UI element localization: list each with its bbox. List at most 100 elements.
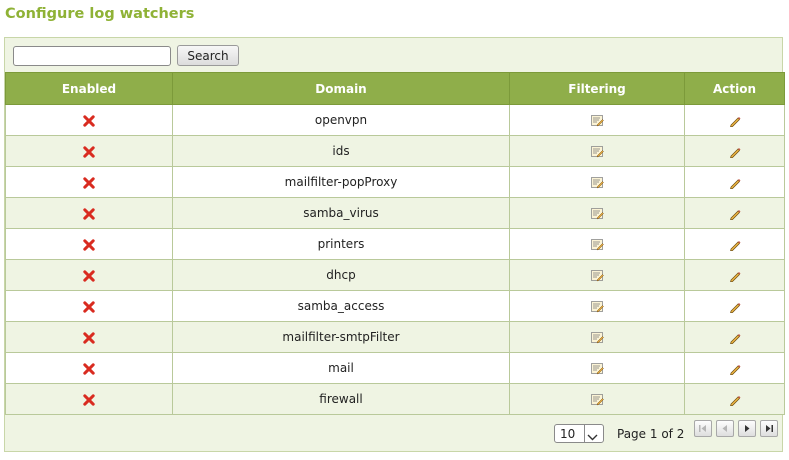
enabled-cell — [5, 259, 173, 291]
table-row[interactable]: dhcp — [5, 259, 785, 291]
disabled-x-icon[interactable] — [83, 145, 95, 158]
filtering-cell — [509, 135, 685, 167]
table-row[interactable]: ids — [5, 135, 785, 167]
table-row[interactable]: firewall — [5, 383, 785, 415]
enabled-cell — [5, 321, 173, 353]
last-page-button[interactable] — [760, 420, 778, 437]
action-cell — [684, 135, 785, 167]
enabled-cell — [5, 383, 173, 415]
table-row[interactable]: samba_access — [5, 290, 785, 322]
edit-filter-icon[interactable] — [590, 269, 604, 282]
filtering-cell — [509, 290, 685, 322]
enabled-cell — [5, 228, 173, 260]
pencil-icon[interactable] — [729, 177, 741, 189]
table-row[interactable]: samba_virus — [5, 197, 785, 229]
domain-cell: mailfilter-smtpFilter — [172, 321, 510, 353]
table-row[interactable]: printers — [5, 228, 785, 260]
enabled-cell — [5, 290, 173, 322]
filtering-cell — [509, 197, 685, 229]
filtering-cell — [509, 104, 685, 136]
domain-cell: mail — [172, 352, 510, 384]
enabled-cell — [5, 352, 173, 384]
pencil-icon[interactable] — [729, 394, 741, 406]
disabled-x-icon[interactable] — [83, 207, 95, 220]
disabled-x-icon[interactable] — [83, 176, 95, 189]
column-header-filtering[interactable]: Filtering — [509, 72, 685, 105]
disabled-x-icon[interactable] — [83, 269, 95, 282]
enabled-cell — [5, 104, 173, 136]
pencil-icon[interactable] — [729, 115, 741, 127]
pencil-icon[interactable] — [729, 146, 741, 158]
log-watchers-table: Enabled Domain Filtering Action openvpn i… — [5, 72, 785, 415]
next-page-button[interactable] — [738, 420, 756, 437]
first-page-button[interactable] — [694, 420, 712, 437]
column-header-enabled[interactable]: Enabled — [5, 72, 173, 105]
enabled-cell — [5, 166, 173, 198]
table-row[interactable]: mail — [5, 352, 785, 384]
edit-filter-icon[interactable] — [590, 331, 604, 344]
edit-filter-icon[interactable] — [590, 145, 604, 158]
disabled-x-icon[interactable] — [83, 238, 95, 251]
page-info: Page 1 of 2 — [617, 427, 685, 441]
disabled-x-icon[interactable] — [83, 362, 95, 375]
domain-cell: openvpn — [172, 104, 510, 136]
pencil-icon[interactable] — [729, 208, 741, 220]
search-input[interactable] — [13, 46, 171, 66]
table-row[interactable]: mailfilter-popProxy — [5, 166, 785, 198]
table-header-row: Enabled Domain Filtering Action — [5, 72, 785, 105]
next-page-icon — [745, 425, 750, 432]
action-cell — [684, 321, 785, 353]
edit-filter-icon[interactable] — [590, 362, 604, 375]
edit-filter-icon[interactable] — [590, 238, 604, 251]
domain-cell: samba_access — [172, 290, 510, 322]
table-row[interactable]: mailfilter-smtpFilter — [5, 321, 785, 353]
edit-filter-icon[interactable] — [590, 114, 604, 127]
disabled-x-icon[interactable] — [83, 300, 95, 313]
action-cell — [684, 290, 785, 322]
action-cell — [684, 259, 785, 291]
prev-page-icon — [722, 425, 727, 432]
page-size-value: 10 — [560, 427, 576, 441]
domain-cell: mailfilter-popProxy — [172, 166, 510, 198]
disabled-x-icon[interactable] — [83, 114, 95, 127]
chevron-down-icon — [587, 430, 598, 444]
log-watchers-panel: Search Enabled Domain Filtering Action o… — [4, 37, 785, 452]
page-title: Configure log watchers — [5, 6, 195, 22]
action-cell — [684, 197, 785, 229]
action-cell — [684, 352, 785, 384]
search-button[interactable]: Search — [177, 45, 239, 66]
enabled-cell — [5, 135, 173, 167]
edit-filter-icon[interactable] — [590, 176, 604, 189]
disabled-x-icon[interactable] — [83, 393, 95, 406]
domain-cell: printers — [172, 228, 510, 260]
edit-filter-icon[interactable] — [590, 207, 604, 220]
pencil-icon[interactable] — [729, 239, 741, 251]
filtering-cell — [509, 383, 685, 415]
domain-cell: dhcp — [172, 259, 510, 291]
filtering-cell — [509, 228, 685, 260]
column-header-domain[interactable]: Domain — [172, 72, 510, 105]
pencil-icon[interactable] — [729, 332, 741, 344]
filtering-cell — [509, 166, 685, 198]
domain-cell: firewall — [172, 383, 510, 415]
prev-page-button[interactable] — [716, 420, 734, 437]
last-page-icon — [766, 425, 773, 432]
action-cell — [684, 104, 785, 136]
filtering-cell — [509, 259, 685, 291]
pencil-icon[interactable] — [729, 363, 741, 375]
edit-filter-icon[interactable] — [590, 393, 604, 406]
pencil-icon[interactable] — [729, 301, 741, 313]
action-cell — [684, 166, 785, 198]
page-size-select[interactable]: 10 — [554, 424, 604, 443]
select-divider — [584, 425, 585, 442]
pencil-icon[interactable] — [729, 270, 741, 282]
table-row[interactable]: openvpn — [5, 104, 785, 136]
first-page-icon — [699, 425, 706, 432]
action-cell — [684, 383, 785, 415]
action-cell — [684, 228, 785, 260]
filtering-cell — [509, 321, 685, 353]
table-body: openvpn ids mailfilter-popProxy samba_virus… — [5, 104, 785, 415]
column-header-action[interactable]: Action — [684, 72, 785, 105]
edit-filter-icon[interactable] — [590, 300, 604, 313]
disabled-x-icon[interactable] — [83, 331, 95, 344]
